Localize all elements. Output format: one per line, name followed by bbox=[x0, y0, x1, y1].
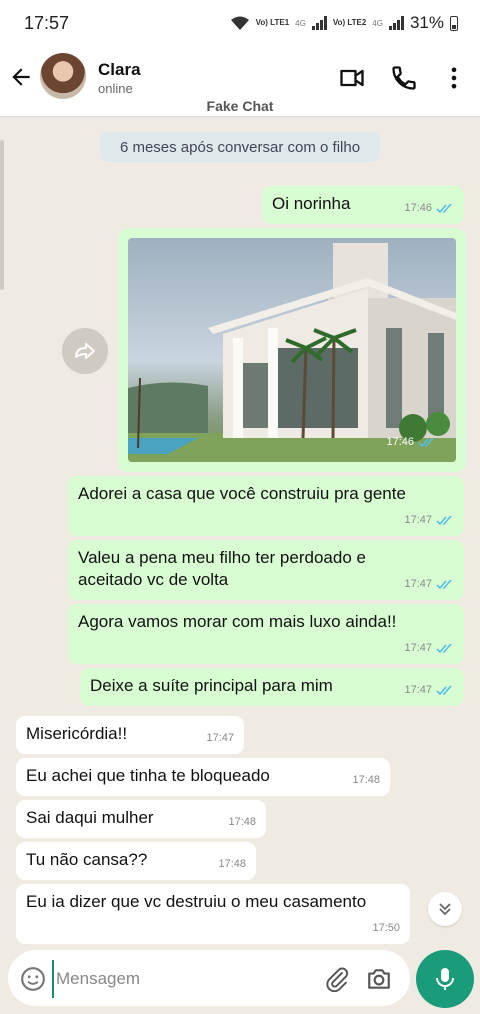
microphone-icon bbox=[436, 968, 454, 990]
message-bubble-outgoing[interactable]: Agora vamos morar com mais luxo ainda!! … bbox=[68, 604, 464, 664]
message-bubble-incoming[interactable]: Eu ia dizer que vc destruiu o meu casame… bbox=[16, 884, 410, 944]
battery-icon bbox=[450, 15, 458, 31]
status-icons: Vo) LTE1 4G Vo) LTE2 4G 31% bbox=[230, 13, 458, 33]
timestamp-text: 17:47 bbox=[206, 732, 234, 744]
image-message-bubble[interactable]: 17:46 bbox=[118, 228, 466, 472]
phone-call-icon[interactable] bbox=[390, 64, 418, 92]
message-bubble-incoming[interactable]: Misericórdia!! 17:47 bbox=[16, 716, 244, 754]
image-time-text: 17:46 bbox=[386, 436, 414, 448]
message-bubble-outgoing[interactable]: Oi norinha 17:46 bbox=[262, 186, 464, 224]
message-text: Adorei a casa que você construiu pra gen… bbox=[78, 484, 406, 503]
message-bubble-incoming[interactable]: Eu achei que tinha te bloqueado 17:48 bbox=[16, 758, 390, 796]
status-time: 17:57 bbox=[24, 12, 70, 33]
forward-icon bbox=[75, 343, 95, 359]
read-ticks-icon bbox=[436, 578, 452, 589]
camera-icon[interactable] bbox=[366, 966, 392, 992]
sim2-text: Vo) LTE2 bbox=[332, 18, 367, 27]
date-chip: 6 meses após conversar com o filho bbox=[100, 132, 380, 162]
message-timestamp: 17:50 bbox=[372, 917, 400, 939]
message-timestamp: 17:47 bbox=[404, 509, 454, 531]
read-ticks-icon bbox=[436, 514, 452, 525]
message-timestamp: 17:48 bbox=[218, 853, 246, 875]
paperclip-icon[interactable] bbox=[324, 966, 350, 992]
message-text: Tu não cansa?? bbox=[26, 850, 148, 869]
message-bubble-outgoing[interactable]: Deixe a suíte principal para mim 17:47 bbox=[80, 668, 464, 706]
message-text: Eu ia dizer que vc destruiu o meu casame… bbox=[26, 892, 367, 911]
message-timestamp: 17:47 bbox=[206, 727, 234, 749]
timestamp-text: 17:50 bbox=[372, 922, 400, 934]
read-ticks-icon bbox=[436, 202, 452, 213]
timestamp-text: 17:47 bbox=[404, 578, 432, 590]
message-timestamp: 17:47 bbox=[404, 637, 454, 659]
message-bubble-outgoing[interactable]: Adorei a casa que você construiu pra gen… bbox=[68, 476, 464, 536]
timestamp-text: 17:47 bbox=[404, 514, 432, 526]
house-illustration bbox=[128, 243, 456, 462]
sim1-network: 4G bbox=[295, 18, 306, 28]
back-arrow-icon[interactable] bbox=[8, 64, 34, 90]
sim2-network: 4G bbox=[372, 18, 383, 28]
message-timestamp: 17:47 bbox=[404, 573, 454, 595]
sim1-label: Vo) LTE1 bbox=[256, 19, 289, 27]
chat-header: Clara online Fake Chat bbox=[0, 46, 480, 117]
video-call-icon[interactable] bbox=[338, 64, 366, 92]
message-input[interactable] bbox=[52, 960, 308, 998]
forward-button[interactable] bbox=[62, 328, 108, 374]
sim2-label: Vo) LTE2 bbox=[333, 19, 366, 27]
chat-subtitle: Fake Chat bbox=[206, 98, 274, 114]
scroll-to-bottom-button[interactable] bbox=[428, 892, 462, 926]
message-text: Deixe a suíte principal para mim bbox=[90, 676, 333, 695]
battery-percent: 31% bbox=[409, 13, 444, 32]
emoji-icon[interactable] bbox=[20, 966, 46, 992]
wifi-icon bbox=[230, 16, 249, 30]
sim1-text: Vo) LTE1 bbox=[255, 18, 290, 27]
message-text: Agora vamos morar com mais luxo ainda!! bbox=[78, 612, 397, 631]
message-timestamp: 17:46 bbox=[404, 197, 454, 219]
avatar[interactable] bbox=[40, 53, 86, 99]
message-composer bbox=[8, 950, 410, 1006]
message-bubble-incoming[interactable]: Tu não cansa?? 17:48 bbox=[16, 842, 256, 880]
scroll-indicator bbox=[0, 140, 4, 290]
message-text: Misericórdia!! bbox=[26, 724, 128, 743]
read-ticks-icon bbox=[436, 684, 452, 695]
message-timestamp: 17:48 bbox=[352, 769, 380, 791]
image-timestamp: 17:46 bbox=[386, 436, 436, 448]
voice-record-button[interactable] bbox=[416, 950, 474, 1008]
message-text: Valeu a pena meu filho ter perdoado e ac… bbox=[78, 548, 366, 589]
more-options-icon[interactable] bbox=[440, 64, 468, 92]
message-bubble-incoming[interactable]: Sai daqui mulher 17:48 bbox=[16, 800, 266, 838]
timestamp-text: 17:47 bbox=[404, 684, 432, 696]
timestamp-text: 17:48 bbox=[352, 774, 380, 786]
message-text: Oi norinha bbox=[272, 194, 351, 213]
signal-icon-2 bbox=[388, 16, 404, 30]
presence-status: online bbox=[98, 81, 133, 96]
message-bubble-outgoing[interactable]: Valeu a pena meu filho ter perdoado e ac… bbox=[68, 540, 464, 600]
timestamp-text: 17:46 bbox=[404, 202, 432, 214]
timestamp-text: 17:48 bbox=[218, 858, 246, 870]
message-text: Eu achei que tinha te bloqueado bbox=[26, 766, 270, 785]
message-timestamp: 17:47 bbox=[404, 679, 454, 701]
message-timestamp: 17:48 bbox=[228, 811, 256, 833]
house-photo[interactable]: 17:46 bbox=[128, 238, 456, 462]
signal-icon bbox=[311, 16, 327, 30]
read-ticks-icon bbox=[436, 642, 452, 653]
status-bar: 17:57 Vo) LTE1 4G Vo) LTE2 4G 31% bbox=[0, 0, 480, 46]
timestamp-text: 17:47 bbox=[404, 642, 432, 654]
read-ticks-icon bbox=[418, 436, 434, 447]
double-chevron-down-icon bbox=[439, 903, 451, 916]
timestamp-text: 17:48 bbox=[228, 816, 256, 828]
message-text: Sai daqui mulher bbox=[26, 808, 154, 827]
contact-name[interactable]: Clara bbox=[98, 60, 141, 80]
